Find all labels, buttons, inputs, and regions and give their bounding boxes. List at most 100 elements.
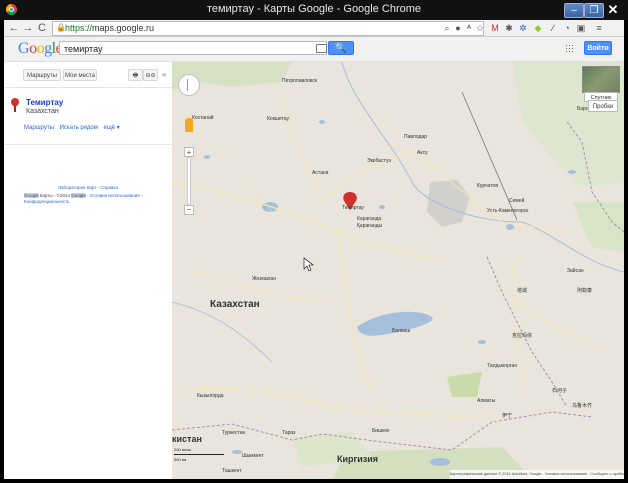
mouse-cursor-icon xyxy=(303,257,314,272)
map-scale: 200 миль 500 км xyxy=(174,447,234,465)
collapse-panel-button[interactable]: « xyxy=(162,70,166,79)
map-label-kyzylorda: Кызылорда xyxy=(197,393,224,399)
map-label-taldykorgan: Талдыкорган xyxy=(487,363,517,369)
map-label-karamay: 克拉玛依 xyxy=(512,332,532,339)
menu-icon[interactable]: ≡ xyxy=(594,23,604,33)
search-button[interactable]: 🔍 xyxy=(328,41,354,55)
scale-km: 500 км xyxy=(174,457,187,462)
url-scheme: https:// xyxy=(65,23,93,33)
satellite-thumbnail[interactable] xyxy=(582,66,620,93)
minimize-button[interactable]: – xyxy=(564,3,584,18)
footer-google: Google xyxy=(24,193,39,198)
map-label-karaganda: Караганда xyxy=(357,216,381,222)
logo-letter: o xyxy=(36,40,45,57)
tab-icon[interactable]: ▣ xyxy=(576,23,586,33)
map-label-tacheng: 塔城 xyxy=(517,287,527,294)
routes-button[interactable]: Маршруты xyxy=(23,69,61,81)
signin-button[interactable]: Войти xyxy=(584,41,612,55)
result-marker-stem xyxy=(14,106,16,112)
scale-miles: 200 миль xyxy=(174,447,192,452)
map-copyright[interactable]: Картографические данные © 2014 AutoNavi,… xyxy=(450,470,624,479)
map-label-urumqi: 乌鲁木齐 xyxy=(572,402,592,409)
map-label-ust-kamenogorsk: Усть-Каменогорск xyxy=(487,208,529,214)
zoom-slider[interactable] xyxy=(187,157,191,205)
my-places-button[interactable]: Мои места xyxy=(63,69,97,81)
map-graphics: Казахстан Киргизия кистан Темиртау Караг… xyxy=(172,62,624,479)
pan-control[interactable] xyxy=(178,74,200,96)
sidebar: Маршруты Мои места 🖶 ⊖⊖ « Темиртау Казах… xyxy=(4,62,173,479)
pen-icon[interactable]: ∕ xyxy=(548,23,558,33)
map-label-kostanay: Костанай xyxy=(192,114,214,121)
map-label-ekibastuz: Экибастуз xyxy=(367,158,391,164)
apps-grid-icon[interactable] xyxy=(565,44,574,53)
translate-icon[interactable]: ᴬ xyxy=(464,23,474,33)
reload-button[interactable]: C xyxy=(36,20,48,36)
map-label-yining: 伊宁 xyxy=(502,412,512,419)
browser-toolbar: ← → C 🔒 https://maps.google.ru ⌕ ● ᴬ ☆ M… xyxy=(4,20,624,37)
divider xyxy=(4,144,172,145)
url-text: https://maps.google.ru xyxy=(65,22,154,35)
footer-maps-word: Карты xyxy=(39,193,53,198)
clock-icon[interactable]: ◔ xyxy=(562,23,572,33)
map-label-astana: Астана xyxy=(312,170,329,176)
result-routes-link[interactable]: Маршруты xyxy=(24,125,54,131)
forward-button[interactable]: → xyxy=(22,20,34,36)
logo-letter: o xyxy=(29,40,37,57)
address-bar[interactable]: 🔒 https://maps.google.ru xyxy=(52,21,484,36)
gmail-icon[interactable]: M xyxy=(490,23,500,33)
close-button[interactable]: ✕ xyxy=(604,3,622,16)
star-icon[interactable]: ☆ xyxy=(475,23,485,33)
location-icon[interactable]: ● xyxy=(453,23,463,33)
search-input[interactable]: темиртау xyxy=(59,41,327,55)
map-label-kyrgyz-partial: кистан xyxy=(172,434,202,444)
zoom-out-button[interactable]: − xyxy=(184,205,194,215)
footer-google-2: Google xyxy=(71,193,86,198)
android-icon[interactable]: ◆ xyxy=(533,23,543,33)
maximize-button[interactable]: ❐ xyxy=(584,3,604,18)
map-label-aksu: Аксу xyxy=(417,150,428,156)
map-label-kurchatov: Курчатов xyxy=(477,183,498,189)
footer-legal: Google Карты - ©2014 Google - Условия ис… xyxy=(24,193,154,205)
traffic-button[interactable]: Пробки xyxy=(588,100,618,112)
google-header: Google темиртау 🔍 Войти xyxy=(4,37,624,62)
map-canvas[interactable]: Казахстан Киргизия кистан Темиртау Караг… xyxy=(172,62,624,479)
map-label-kokshetau: Кокшетау xyxy=(267,116,289,122)
result-actions: Маршруты Искать рядом ещё ▾ xyxy=(24,124,124,131)
map-label-pavlodar: Павлодар xyxy=(404,134,427,140)
result-more-link[interactable]: ещё ▾ xyxy=(104,125,120,131)
puzzle-icon[interactable]: ✱ xyxy=(504,23,514,33)
keyboard-icon[interactable] xyxy=(316,44,327,53)
map-label-zaysan: Зайсан xyxy=(567,267,584,274)
url-host: maps.google.ru xyxy=(92,23,155,33)
pegman-icon[interactable] xyxy=(185,118,193,132)
footer-links[interactable]: Лаборатория Карт - Справка xyxy=(4,185,172,190)
map-label-shymkent: Шымкент xyxy=(242,453,264,459)
result-subtitle: Казахстан xyxy=(26,108,59,115)
map-label-bishkek: Бишкек xyxy=(372,428,390,434)
map-label-temirtau: Темиртау xyxy=(342,205,364,211)
scale-bar xyxy=(174,454,224,455)
google-logo[interactable]: Google xyxy=(18,40,63,58)
logo-letter: G xyxy=(18,40,30,57)
map-label-semey: Семей xyxy=(509,197,525,204)
map-label-kyrgyzstan: Киргизия xyxy=(337,454,378,464)
zoom-in-button[interactable]: + xyxy=(184,147,194,157)
map-label-petropavlovsk: Петропавловск xyxy=(282,78,318,84)
extension-icon[interactable]: ✲ xyxy=(518,23,528,33)
search-value: темиртау xyxy=(64,44,103,54)
page-content: Google темиртау 🔍 Войти Маршруты Мои мес… xyxy=(4,37,624,479)
lock-icon: 🔒 xyxy=(56,23,66,32)
search-icon[interactable]: ⌕ xyxy=(442,23,452,33)
map-label-turkestan: Туркестан xyxy=(222,430,246,436)
result-title[interactable]: Темиртау xyxy=(26,98,63,107)
map-label-tashkent: Ташкент xyxy=(222,468,242,474)
result-nearby-link[interactable]: Искать рядом xyxy=(60,125,98,131)
back-button[interactable]: ← xyxy=(8,20,20,36)
divider xyxy=(4,87,172,88)
link-button[interactable]: ⊖⊖ xyxy=(143,69,158,81)
title-bar: темиртау - Карты Google - Google Chrome … xyxy=(0,0,628,20)
map-label-zhezkazgan: Жезказган xyxy=(252,276,276,282)
map-label-almaty: Алматы xyxy=(477,398,496,404)
print-button[interactable]: 🖶 xyxy=(128,69,143,81)
map-label-shihezi: 石河子 xyxy=(552,387,567,394)
